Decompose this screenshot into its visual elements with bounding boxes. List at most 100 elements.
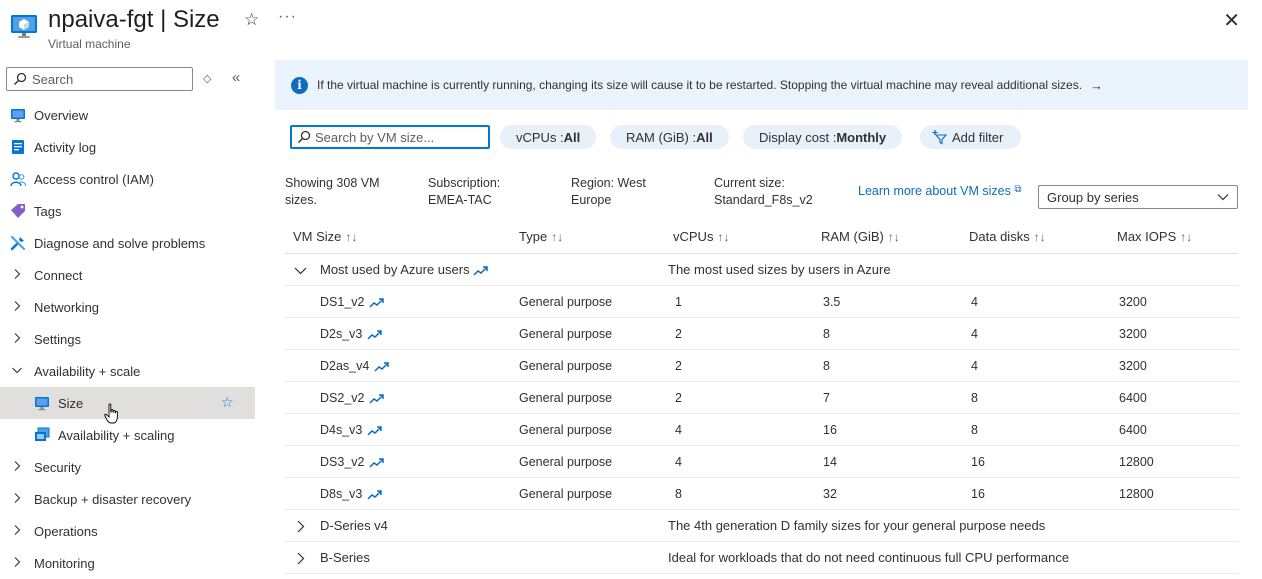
cell-ram: 16 [823, 423, 837, 437]
cell-type-text: General purpose [519, 487, 613, 501]
vm-size-search[interactable] [290, 125, 490, 149]
wrench-icon [10, 235, 26, 251]
group-name-text: B-Series [320, 550, 370, 565]
cell-vcpus: 2 [675, 327, 682, 341]
sidebar-item-activity-log[interactable]: Activity log [0, 131, 255, 163]
cell-size-text: D2as_v4 [320, 359, 370, 373]
sidebar-item-diagnose-and-solve-problems[interactable]: Diagnose and solve problems [0, 227, 255, 259]
vm-size-table: VM Size ↑↓ Type ↑↓ vCPUs ↑↓ RAM (GiB) ↑↓ Data di… [285, 220, 1238, 574]
vcpus-filter-label: vCPUs : [516, 129, 564, 145]
sidebar-item-backup-disaster-recovery[interactable]: Backup + disaster recovery [0, 483, 255, 515]
column-header-ram[interactable]: RAM (GiB) ↑↓ [821, 229, 900, 244]
chevron-down-icon [1217, 194, 1229, 201]
cell-type: General purpose [519, 327, 612, 341]
table-row[interactable]: DS1_v2 General purpose 1 3.5 4 3200 [285, 286, 1238, 318]
chevron-down-icon[interactable] [294, 264, 307, 277]
table-row[interactable]: DS2_v2 General purpose 2 7 8 6400 [285, 382, 1238, 414]
expand-toggle-icon[interactable]: ◇ [203, 72, 211, 85]
cell-size: DS2_v2 [320, 391, 385, 405]
sidebar-item-settings[interactable]: Settings [0, 323, 255, 355]
sidebar-item-connect[interactable]: Connect [0, 259, 255, 291]
cell-disks: 4 [971, 327, 978, 341]
table-row[interactable]: D2as_v4 General purpose 2 8 4 3200 [285, 350, 1238, 382]
showing-count: Showing 308 VM sizes. [285, 176, 380, 207]
group-by-dropdown[interactable]: Group by series [1038, 185, 1238, 209]
add-filter-button[interactable]: Add filter [920, 125, 1022, 149]
cell-vcpus-text: 4 [675, 455, 682, 469]
sidebar-item-overview[interactable]: Overview [0, 99, 255, 131]
favorite-star-icon[interactable]: ☆ [244, 10, 259, 30]
cell-ram: 3.5 [823, 295, 840, 309]
group-row[interactable]: Most used by Azure users The most used si… [285, 254, 1238, 286]
table-row[interactable]: DS3_v2 General purpose 4 14 16 12800 [285, 446, 1238, 478]
group-row[interactable]: D-Series v4 The 4th generation D family s… [285, 510, 1238, 542]
column-header-label: RAM (GiB) [821, 229, 884, 244]
sidebar-item-size[interactable]: Size ☆ [0, 387, 255, 419]
table-row[interactable]: D8s_v3 General purpose 8 32 16 12800 [285, 478, 1238, 510]
sidebar-item-label: Activity log [34, 140, 97, 155]
info-arrow-icon[interactable]: → [1090, 78, 1103, 93]
chevron-right-icon[interactable] [294, 552, 307, 565]
cell-type: General purpose [519, 391, 612, 405]
sidebar-item-availability-scale[interactable]: Availability + scale [0, 355, 255, 387]
learn-more-link[interactable]: Learn more about VM sizes ⧉ [858, 184, 1021, 198]
region-info: Region: West Europe [571, 176, 646, 207]
cell-iops: 3200 [1119, 327, 1147, 341]
cell-type: General purpose [519, 423, 612, 437]
close-icon[interactable]: ✕ [1223, 8, 1240, 33]
ram-filter-pill[interactable]: RAM (GiB) : All [610, 125, 729, 149]
cell-iops-text: 3200 [1119, 359, 1147, 373]
cell-ram-text: 3.5 [823, 295, 841, 309]
collapse-sidebar-icon[interactable]: « [232, 69, 240, 86]
column-header-vcpus[interactable]: vCPUs ↑↓ [673, 229, 729, 244]
group-name-text: Most used by Azure users [320, 262, 470, 277]
sidebar-search[interactable] [6, 67, 193, 91]
current-size-label: Current size: [714, 176, 785, 190]
ram-filter-value: All [696, 129, 713, 145]
column-header-max-iops[interactable]: Max IOPS ↑↓ [1117, 229, 1192, 244]
more-options-icon[interactable]: ··· [278, 8, 297, 26]
sidebar-item-label: Connect [34, 268, 83, 283]
vm-size-search-input[interactable] [315, 129, 485, 145]
cell-vcpus: 1 [675, 295, 682, 309]
sidebar-item-monitoring[interactable]: Monitoring [0, 547, 255, 579]
table-row[interactable]: D2s_v3 General purpose 2 8 4 3200 [285, 318, 1238, 350]
cell-vcpus-text: 8 [675, 487, 682, 501]
favorite-star-icon[interactable]: ☆ [221, 394, 234, 411]
cell-vcpus: 2 [675, 391, 682, 405]
column-header-data-disks[interactable]: Data disks ↑↓ [969, 229, 1046, 244]
column-header-vm-size[interactable]: VM Size ↑↓ [293, 229, 357, 244]
sidebar-item-label: Availability + scaling [58, 428, 175, 443]
table-header-row: VM Size ↑↓ Type ↑↓ vCPUs ↑↓ RAM (GiB) ↑↓ Data di… [285, 220, 1238, 254]
people-icon [10, 172, 26, 187]
sidebar-item-networking[interactable]: Networking [0, 291, 255, 323]
cell-type: General purpose [519, 295, 612, 309]
cell-type-text: General purpose [519, 295, 613, 309]
sidebar-item-operations[interactable]: Operations [0, 515, 255, 547]
cell-disks: 4 [971, 295, 978, 309]
trending-up-icon [374, 361, 390, 372]
column-header-type[interactable]: Type ↑↓ [519, 229, 563, 244]
mouse-cursor-icon [104, 403, 118, 424]
chevron-right-icon[interactable] [294, 520, 307, 533]
table-row[interactable]: D4s_v3 General purpose 4 16 8 6400 [285, 414, 1238, 446]
sidebar-item-access-control-iam[interactable]: Access control (IAM) [0, 163, 255, 195]
sidebar-item-security[interactable]: Security [0, 451, 255, 483]
sidebar-search-input[interactable] [32, 71, 182, 87]
column-header-label: vCPUs [673, 229, 714, 244]
cell-vcpus-text: 4 [675, 423, 682, 437]
virtual-machine-icon [11, 15, 37, 38]
subscription-label: Subscription: [428, 176, 501, 190]
display-cost-pill[interactable]: Display cost : Monthly [743, 125, 903, 149]
cell-iops: 12800 [1119, 455, 1154, 469]
cell-type-text: General purpose [519, 423, 613, 437]
trending-up-icon [369, 457, 385, 468]
sidebar-item-availability-scaling[interactable]: Availability + scaling [0, 419, 255, 451]
group-row[interactable]: B-Series Ideal for workloads that do not … [285, 542, 1238, 574]
cell-size-text: D8s_v3 [320, 487, 363, 501]
vcpus-filter-pill[interactable]: vCPUs : All [500, 125, 597, 149]
sort-icon: ↑↓ [345, 230, 358, 244]
cell-disks: 16 [971, 455, 985, 469]
cell-iops: 12800 [1119, 487, 1154, 501]
sidebar-item-tags[interactable]: Tags [0, 195, 255, 227]
